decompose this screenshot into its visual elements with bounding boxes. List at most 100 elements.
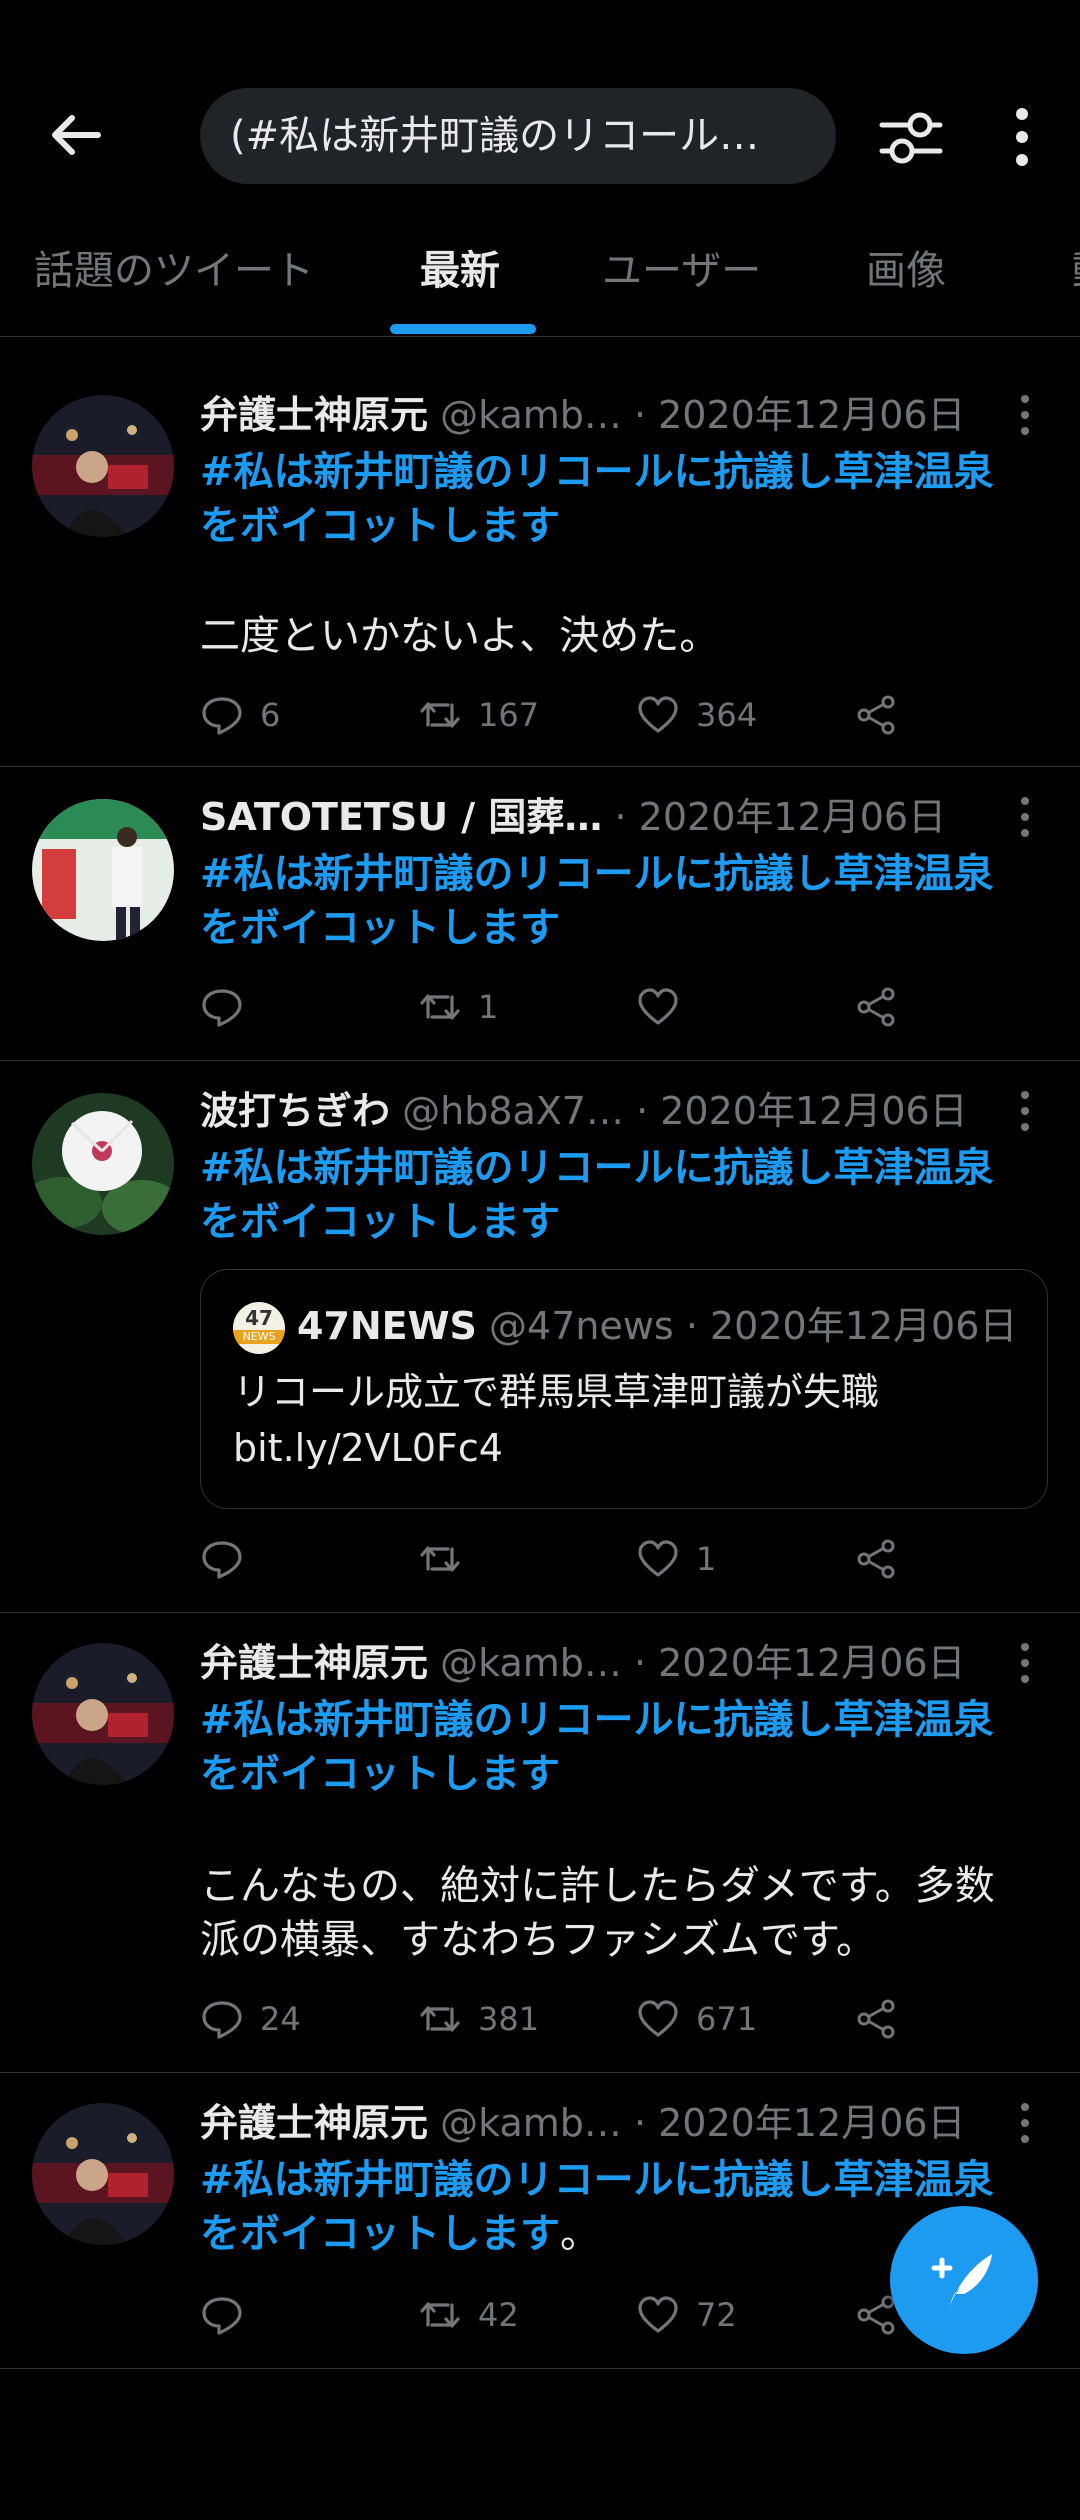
share-button[interactable] [854,1529,898,1589]
share-icon [854,985,898,1029]
tweet-more-icon[interactable] [1010,2095,1040,2151]
back-arrow-icon[interactable] [40,100,110,170]
tweet-date: · 2020年12月06日 [636,1089,968,1133]
active-tab-indicator [390,324,536,334]
like-button[interactable]: 72 [636,2285,737,2345]
filter-settings-icon[interactable] [874,100,948,174]
tweet-date: · 2020年12月06日 [614,795,947,839]
heart-icon [636,1997,680,2041]
tweet-card[interactable]: 弁護士神原元 @kamb… · 2020年12月06日 #私は新井町議のリコール… [0,1613,1080,2073]
avatar[interactable] [32,1643,174,1785]
tab-top[interactable]: 話題のツイート [34,228,314,336]
like-button[interactable] [636,977,696,1037]
reply-button[interactable]: 6 [200,685,280,745]
user-handle: @hb8aX7… [402,1089,624,1133]
display-name[interactable]: 弁護士神原元 [200,1641,428,1685]
heart-icon [636,2293,680,2337]
user-handle: @kamb… [440,2101,622,2145]
tweet-date: · 2020年12月06日 [633,2101,966,2145]
quoted-text: リコール成立で群馬県草津町議が失職 bit.ly/2VL0Fc4 [233,1370,880,1470]
search-input[interactable]: (#私は新井町議のリコール… [200,88,836,184]
tweet-card[interactable]: 弁護士神原元 @kamb… · 2020年12月06日 #私は新井町議のリコール… [0,365,1080,767]
avatar[interactable] [32,2103,174,2245]
share-icon [854,2293,898,2337]
share-button[interactable] [854,977,898,1037]
tweet-actions: 42 72 [200,2285,920,2345]
tweet-card[interactable]: SATOTETSU / 国葬… · 2020年12月06日 #私は新井町議のリコ… [0,767,1080,1061]
tweet-more-icon[interactable] [1010,1083,1040,1139]
tweet-header: 弁護士神原元 @kamb… · 2020年12月06日 [200,1635,1000,1691]
user-handle: @kamb… [440,393,622,437]
tweet-header: 弁護士神原元 @kamb… · 2020年12月06日 [200,387,1000,443]
heart-icon [636,693,680,737]
reply-icon [200,1537,244,1581]
display-name[interactable]: SATOTETSU / 国葬… [200,795,602,839]
share-icon [854,1997,898,2041]
tweet-more-icon[interactable] [1010,387,1040,443]
quoted-avatar: 47 NEWS [233,1302,285,1354]
search-tabs: 話題のツイート 最新 ユーザー 画像 動 [0,228,1080,337]
reply-icon [200,2293,244,2337]
retweet-icon [418,985,462,1029]
display-name[interactable]: 弁護士神原元 [200,393,428,437]
top-app-bar: (#私は新井町議のリコール… 話題のツイート 最新 ユーザー 画像 動 [0,0,1080,338]
retweet-icon [418,2293,462,2337]
retweet-button[interactable]: 167 [418,685,539,745]
tab-users[interactable]: ユーザー [602,228,761,336]
retweet-icon [418,1537,462,1581]
retweet-button[interactable]: 381 [418,1989,539,2049]
reply-button[interactable] [200,1529,260,1589]
hashtag-link[interactable]: #私は新井町議のリコールに抗議し草津温泉 をボイコットします [200,1141,1040,1249]
tweet-text: 二度といかないよ、決めた。 [200,613,720,659]
heart-icon [636,1537,680,1581]
share-button[interactable] [854,685,898,745]
display-name[interactable]: 弁護士神原元 [200,2101,428,2145]
retweet-button[interactable] [418,1529,478,1589]
display-name[interactable]: 波打ちぎわ [200,1089,390,1133]
quoted-header: 47NEWS @47news · 2020年12月06日 [297,1304,1018,1348]
tweet-date: · 2020年12月06日 [633,393,966,437]
avatar[interactable] [32,1093,174,1235]
retweet-button[interactable]: 42 [418,2285,519,2345]
hashtag-link[interactable]: #私は新井町議のリコールに抗議し草津温泉 をボイコットします [200,445,1040,553]
like-button[interactable]: 1 [636,1529,716,1589]
user-handle: @kamb… [440,1641,622,1685]
tweet-actions: 1 [200,977,920,1037]
tab-videos[interactable]: 動 [1072,228,1080,336]
tweet-date: · 2020年12月06日 [633,1641,966,1685]
tweet-header: 波打ちぎわ @hb8aX7… · 2020年12月06日 [200,1083,1000,1139]
tweet-text: こんなもの、絶対に許したらダメです。多数 派の横暴、すなわちファシズムです。 [200,1863,995,1963]
hashtag-link[interactable]: #私は新井町議のリコールに抗議し草津温泉 をボイコットします [200,1693,1040,1801]
avatar[interactable] [32,799,174,941]
quoted-tweet[interactable]: 47 NEWS 47NEWS @47news · 2020年12月06日 リコー… [200,1269,1048,1509]
share-button[interactable] [854,1989,898,2049]
reply-button[interactable]: 24 [200,1989,301,2049]
avatar[interactable] [32,395,174,537]
overflow-menu-icon[interactable] [1000,100,1044,174]
reply-button[interactable] [200,977,260,1037]
tweet-header: 弁護士神原元 @kamb… · 2020年12月06日 [200,2095,1000,2151]
reply-button[interactable] [200,2285,260,2345]
compose-tweet-button[interactable] [890,2206,1038,2354]
like-button[interactable]: 671 [636,1989,757,2049]
reply-icon [200,693,244,737]
reply-icon [200,985,244,1029]
heart-icon [636,985,680,1029]
like-button[interactable]: 364 [636,685,757,745]
tweet-more-icon[interactable] [1010,789,1040,845]
tweet-more-icon[interactable] [1010,1635,1040,1691]
tab-latest[interactable]: 最新 [420,228,500,336]
reply-icon [200,1997,244,2041]
share-icon [854,1537,898,1581]
tweet-actions: 1 [200,1529,920,1589]
tweet-actions: 24 381 671 [200,1989,920,2049]
tab-images[interactable]: 画像 [866,228,946,336]
hashtag-link[interactable]: #私は新井町議のリコールに抗議し草津温泉 をボイコットします [200,847,1040,955]
retweet-icon [418,1997,462,2041]
compose-feather-icon [931,2254,992,2306]
tweet-card[interactable]: 波打ちぎわ @hb8aX7… · 2020年12月06日 #私は新井町議のリコー… [0,1061,1080,1613]
tweet-actions: 6 167 364 [200,685,920,745]
retweet-icon [418,693,462,737]
retweet-button[interactable]: 1 [418,977,498,1037]
share-icon [854,693,898,737]
